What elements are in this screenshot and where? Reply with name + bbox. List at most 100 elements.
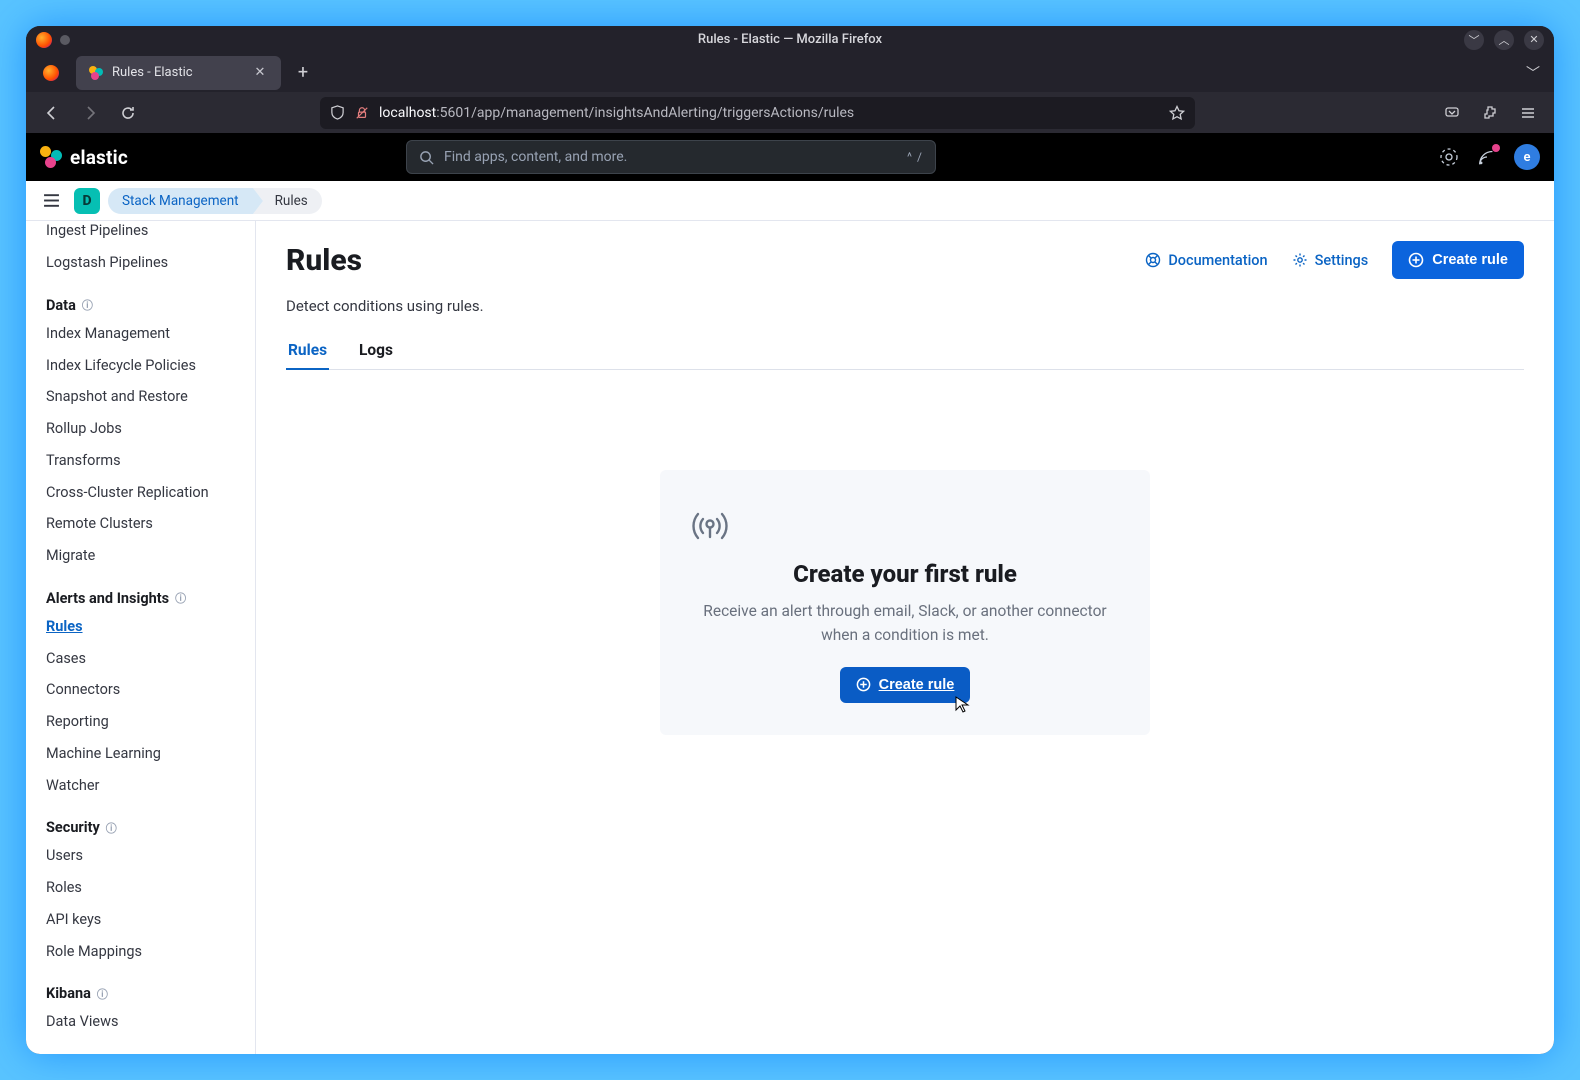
info-icon: ⓘ [106,820,117,836]
space-letter: D [82,193,91,209]
plus-circle-icon [856,677,871,692]
window-minimize-button[interactable]: ﹀ [1464,30,1484,50]
empty-create-rule-label: Create rule [879,677,955,693]
sidebar-item-data-views[interactable]: Data Views [26,1006,255,1038]
page-subtitle: Detect conditions using rules. [286,297,1524,315]
sidebar-item-remote-clusters[interactable]: Remote Clusters [26,508,255,540]
tab-logs[interactable]: Logs [357,341,395,369]
browser-tabstrip: Rules - Elastic ✕ + ﹀ [26,53,1554,92]
sidebar-section-kibana: Kibanaⓘ [26,967,255,1006]
kibana-subheader: D Stack Management Rules [26,181,1554,221]
nav-toggle-button[interactable] [36,186,66,216]
sidebar-item-ml[interactable]: Machine Learning [26,738,255,770]
sidebar-item-index-management[interactable]: Index Management [26,318,255,350]
create-rule-label: Create rule [1432,252,1508,268]
elastic-logo[interactable]: elastic [40,146,128,169]
management-sidebar: Ingest Pipelines Logstash Pipelines Data… [26,221,256,1054]
create-rule-button[interactable]: Create rule [1392,241,1524,279]
documentation-link[interactable]: Documentation [1145,252,1267,269]
browser-tab-title: Rules - Elastic [112,65,193,80]
elastic-favicon-icon [88,65,104,81]
page-title: Rules [286,243,362,278]
info-icon: ⓘ [175,590,186,606]
app-menu-button[interactable] [1512,97,1544,129]
tab-close-button[interactable]: ✕ [251,64,269,82]
window-maximize-button[interactable]: ︿ [1494,30,1514,50]
extensions-button[interactable] [1474,97,1506,129]
empty-create-rule-button[interactable]: Create rule [840,667,971,703]
sidebar-item-roles[interactable]: Roles [26,872,255,904]
pocket-button[interactable] [1436,97,1468,129]
info-icon: ⓘ [97,986,108,1002]
space-selector[interactable]: D [74,188,100,214]
plus-circle-icon [1408,252,1424,268]
search-icon [419,150,434,165]
newsfeed-icon[interactable] [1476,146,1498,168]
sidebar-item-rollup-jobs[interactable]: Rollup Jobs [26,413,255,445]
bookmark-star-button[interactable] [1169,105,1185,121]
browser-tab-active[interactable]: Rules - Elastic ✕ [76,56,281,90]
sidebar-item-ilm[interactable]: Index Lifecycle Policies [26,350,255,382]
elastic-mark-icon [40,146,62,168]
sidebar-item-logstash-pipelines[interactable]: Logstash Pipelines [26,247,255,279]
sidebar-item-ccr[interactable]: Cross-Cluster Replication [26,477,255,509]
mouse-cursor-icon [954,695,972,713]
avatar-letter: e [1524,150,1531,165]
help-icon[interactable] [1438,146,1460,168]
sidebar-item-snapshot-restore[interactable]: Snapshot and Restore [26,381,255,413]
kibana-header: elastic Find apps, content, and more. ^ … [26,133,1554,181]
url-path: /app/management/insightsAndAlerting/trig… [471,105,854,121]
shield-icon [330,105,345,120]
sidebar-section-data: Dataⓘ [26,279,255,318]
empty-title: Create your first rule [688,560,1122,588]
settings-label: Settings [1315,252,1369,269]
search-shortcut-hint: ^ / [907,150,923,164]
notification-dot-icon [1492,144,1500,152]
info-icon: ⓘ [82,297,93,313]
content-tabs: Rules Logs [286,341,1524,370]
sidebar-item-cases[interactable]: Cases [26,643,255,675]
browser-toolbar: localhost :5601 /app/management/insights… [26,92,1554,133]
sidebar-item-watcher[interactable]: Watcher [26,770,255,802]
tabs-overflow-button[interactable]: ﹀ [1520,57,1546,89]
sidebar-item-users[interactable]: Users [26,840,255,872]
documentation-label: Documentation [1168,252,1267,269]
breadcrumb-rules: Rules [253,188,322,214]
url-host: localhost [379,105,436,121]
nav-forward-button[interactable] [74,97,106,129]
empty-description: Receive an alert through email, Slack, o… [700,600,1110,647]
gear-icon [1292,252,1308,268]
window-dot [60,35,70,45]
new-tab-button[interactable]: + [289,59,317,87]
tab-rules[interactable]: Rules [286,341,329,369]
sidebar-item-api-keys[interactable]: API keys [26,904,255,936]
sidebar-item-reporting[interactable]: Reporting [26,706,255,738]
sidebar-item-connectors[interactable]: Connectors [26,674,255,706]
nav-back-button[interactable] [36,97,68,129]
breadcrumb-stack-management[interactable]: Stack Management [108,188,253,214]
sidebar-section-security: Securityⓘ [26,801,255,840]
global-search-input[interactable]: Find apps, content, and more. ^ / [406,140,936,174]
sidebar-section-alerts: Alerts and Insightsⓘ [26,572,255,611]
firefox-menu-icon[interactable] [34,56,68,90]
insecure-lock-icon [355,106,369,120]
window-title: Rules - Elastic — Mozilla Firefox [698,32,882,47]
sidebar-item-migrate[interactable]: Migrate [26,540,255,572]
sidebar-item-transforms[interactable]: Transforms [26,445,255,477]
address-bar[interactable]: localhost :5601 /app/management/insights… [320,97,1195,129]
os-titlebar: Rules - Elastic — Mozilla Firefox ﹀ ︿ ✕ [26,26,1554,53]
main-content: Rules Documentation [256,221,1554,1054]
settings-link[interactable]: Settings [1292,252,1369,269]
window-close-button[interactable]: ✕ [1524,30,1544,50]
breadcrumb: Stack Management Rules [108,188,322,214]
elastic-brand-text: elastic [70,146,128,169]
url-port: :5601 [436,105,471,121]
sidebar-item-ingest-pipelines[interactable]: Ingest Pipelines [26,221,255,247]
global-search-placeholder: Find apps, content, and more. [444,149,627,165]
user-avatar[interactable]: e [1514,144,1540,170]
empty-state-card: Create your first rule Receive an alert … [660,470,1150,735]
sidebar-item-role-mappings[interactable]: Role Mappings [26,936,255,968]
nav-reload-button[interactable] [112,97,144,129]
broadcast-icon [688,504,1122,548]
sidebar-item-rules[interactable]: Rules [26,611,255,643]
